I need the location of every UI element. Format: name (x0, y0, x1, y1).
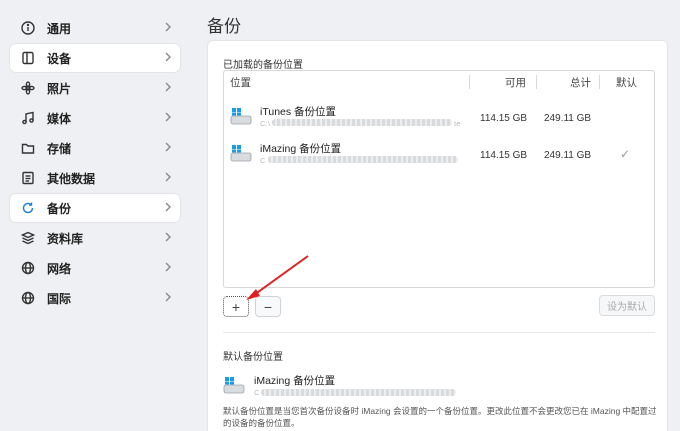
sidebar-item-library[interactable]: 资料库 (10, 224, 180, 252)
set-default-button[interactable]: 设为默认 (599, 295, 655, 316)
chevron-right-icon (164, 51, 172, 66)
sidebar-item-label: 设备 (47, 51, 72, 66)
chevron-right-icon (164, 201, 172, 216)
music-icon (20, 110, 36, 126)
column-header-location[interactable]: 位置 (230, 75, 251, 90)
sidebar-item-label: 其他数据 (47, 171, 96, 186)
available-space: 114.15 GB (480, 113, 528, 124)
column-header-total[interactable]: 总计 (570, 75, 591, 90)
column-divider (536, 75, 537, 89)
folder-icon (20, 140, 36, 156)
default-checkmark: ✓ (620, 147, 631, 161)
location-path-tail: te (454, 119, 461, 128)
redacted-path (261, 389, 456, 396)
default-location-path: C (254, 388, 260, 397)
sidebar-item-label: 照片 (47, 81, 72, 96)
table-row[interactable]: iMazing 备份位置 C 114.15 GB 249.11 GB ✓ (224, 135, 654, 173)
backup-locations-table: 位置 可用 总计 默认 iTunes 备份位置 C:\ te 114.15 GB… (223, 70, 655, 288)
chevron-right-icon (164, 171, 172, 186)
add-location-button[interactable]: + (223, 296, 249, 317)
document-icon (20, 170, 36, 186)
globe-icon (20, 290, 36, 306)
section-divider (223, 332, 655, 333)
sidebar-item-network[interactable]: 网络 (10, 254, 180, 282)
sidebar-item-label: 国际 (47, 291, 72, 306)
library-icon (20, 230, 36, 246)
location-path: C:\ (260, 119, 271, 128)
chevron-right-icon (164, 81, 172, 96)
sidebar-item-international[interactable]: 国际 (10, 284, 180, 312)
drive-icon (223, 375, 245, 395)
sidebar-item-photos[interactable]: 照片 (10, 74, 180, 102)
sidebar-item-label: 媒体 (47, 111, 72, 126)
sidebar-item-label: 网络 (47, 261, 72, 276)
table-row[interactable]: iTunes 备份位置 C:\ te 114.15 GB 249.11 GB (224, 98, 654, 136)
backup-settings-panel: 已加载的备份位置 位置 可用 总计 默认 iTunes 备份位置 C:\ te … (207, 40, 668, 431)
default-location-label: 默认备份位置 (223, 352, 283, 363)
default-location-row: iMazing 备份位置 C (223, 371, 655, 401)
sidebar-item-media[interactable]: 媒体 (10, 104, 180, 132)
table-header: 位置 可用 总计 默认 (224, 71, 654, 93)
column-divider (469, 75, 470, 89)
sidebar-item-label: 资料库 (47, 231, 84, 246)
sidebar-item-storage[interactable]: 存储 (10, 134, 180, 162)
column-header-available[interactable]: 可用 (505, 75, 526, 90)
sidebar-item-device[interactable]: 设备 (10, 44, 180, 72)
location-path: C (260, 156, 266, 165)
drive-icon (230, 143, 252, 163)
default-location-description: 默认备份位置是当您首次备份设备时 iMazing 会设置的一个备份位置。更改此位… (223, 406, 657, 428)
backup-icon (20, 200, 36, 216)
redacted-path (272, 119, 452, 126)
chevron-right-icon (164, 21, 172, 36)
sidebar-item-label: 备份 (47, 201, 72, 216)
total-space: 249.11 GB (544, 150, 592, 161)
chevron-right-icon (164, 261, 172, 276)
location-name: iMazing 备份位置 (260, 143, 342, 155)
globe-icon (20, 260, 36, 276)
location-name: iTunes 备份位置 (260, 106, 337, 118)
sidebar: 通用 设备 照片 媒体 存储 其他数据 备份 资料库 网络 国际 (10, 14, 180, 314)
chevron-right-icon (164, 111, 172, 126)
chevron-right-icon (164, 231, 172, 246)
device-icon (20, 50, 36, 66)
sidebar-item-label: 通用 (47, 21, 72, 36)
chevron-right-icon (164, 291, 172, 306)
chevron-right-icon (164, 141, 172, 156)
total-space: 249.11 GB (544, 113, 592, 124)
loaded-locations-label: 已加载的备份位置 (223, 60, 303, 71)
sidebar-item-other-data[interactable]: 其他数据 (10, 164, 180, 192)
remove-location-button[interactable]: − (255, 296, 281, 317)
column-divider (599, 75, 600, 89)
column-header-default[interactable]: 默认 (616, 75, 637, 90)
sidebar-item-general[interactable]: 通用 (10, 14, 180, 42)
photos-icon (20, 80, 36, 96)
available-space: 114.15 GB (480, 150, 528, 161)
sidebar-item-backup[interactable]: 备份 (10, 194, 180, 222)
drive-icon (230, 106, 252, 126)
default-location-name: iMazing 备份位置 (254, 375, 336, 387)
info-icon (20, 20, 36, 36)
sidebar-item-label: 存储 (47, 141, 72, 156)
page-title: 备份 (207, 17, 241, 36)
redacted-path (268, 156, 458, 163)
